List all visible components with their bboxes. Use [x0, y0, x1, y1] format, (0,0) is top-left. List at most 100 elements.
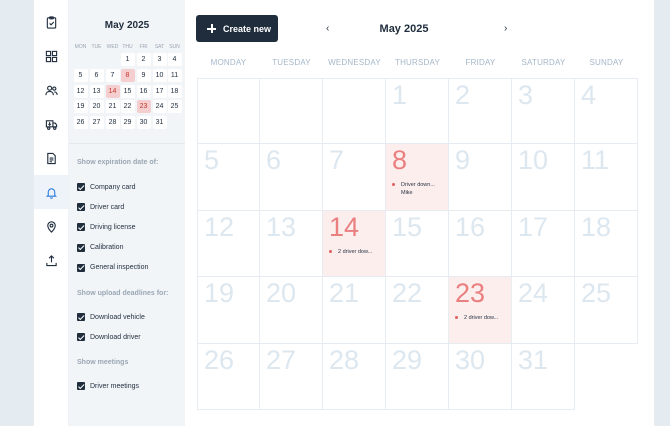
mini-day-5[interactable]: 5 [73, 68, 88, 82]
calendar-day-30[interactable]: 30 [449, 343, 512, 410]
mini-day-26[interactable]: 26 [73, 116, 88, 130]
mini-day-10[interactable]: 10 [152, 68, 167, 82]
checkbox-checked-icon[interactable] [77, 203, 85, 212]
calendar-day-7[interactable]: 7 [323, 144, 386, 211]
calendar-day-25[interactable]: 25 [575, 277, 638, 344]
mini-day-11[interactable]: 11 [167, 68, 182, 82]
calendar-day-10[interactable]: 10 [512, 144, 575, 211]
expiration-checkbox-general-inspection[interactable]: General inspection [77, 262, 148, 274]
mini-day-1[interactable]: 1 [120, 53, 135, 66]
checkbox-label: Company card [90, 183, 136, 191]
rail-upload-button[interactable] [34, 243, 69, 277]
mini-day-12[interactable]: 12 [73, 84, 88, 98]
checkbox-checked-icon[interactable] [77, 333, 85, 341]
expiration-checkbox-calibration[interactable]: Calibration [77, 242, 123, 254]
mini-day-15[interactable]: 15 [120, 84, 135, 98]
calendar-day-4[interactable]: 4 [575, 78, 638, 145]
mini-day-7[interactable]: 7 [105, 68, 120, 82]
expiration-checkbox-driving-license[interactable]: Driving license [77, 221, 136, 233]
calendar-day-2[interactable]: 2 [449, 78, 512, 145]
mini-day-6[interactable]: 6 [89, 68, 104, 82]
rail-clipboard-button[interactable] [34, 5, 69, 39]
mini-day-8[interactable]: 8 [120, 68, 135, 82]
calendar-day-24[interactable]: 24 [512, 277, 575, 344]
day-number: 5 [204, 145, 220, 176]
calendar-day-22[interactable]: 22 [386, 277, 449, 344]
create-new-button[interactable]: Create new [196, 15, 278, 42]
rail-notifications-button[interactable] [34, 175, 69, 209]
calendar-day-27[interactable]: 27 [260, 343, 323, 410]
weekday-label-monday: MONDAY [210, 58, 247, 67]
checkbox-checked-icon[interactable] [77, 313, 85, 321]
calendar-day-13[interactable]: 13 [260, 210, 323, 278]
mini-day-16[interactable]: 16 [136, 84, 151, 98]
calendar-day-23[interactable]: 23 2 driver dow... [449, 277, 512, 344]
mini-day-21[interactable]: 21 [105, 100, 120, 114]
calendar-day-31[interactable]: 31 [512, 343, 575, 410]
mini-day-30[interactable]: 30 [136, 116, 151, 130]
calendar-event[interactable]: 2 driver dow... [329, 248, 372, 256]
mini-day-27[interactable]: 27 [89, 116, 104, 130]
calendar-day-28[interactable]: 28 [323, 343, 386, 410]
mini-day-20[interactable]: 20 [89, 100, 104, 114]
upload-checkbox-download-vehicle[interactable]: Download vehicle [77, 311, 145, 323]
calendar-day-20[interactable]: 20 [260, 277, 323, 344]
meeting-checkbox-driver-meetings[interactable]: Driver meetings [77, 380, 139, 392]
checkbox-checked-icon[interactable] [77, 223, 85, 232]
mini-day-24[interactable]: 24 [152, 100, 167, 114]
next-month-button[interactable]: › [504, 23, 507, 34]
expiration-checkbox-company-card[interactable]: Company card [77, 181, 136, 193]
rail-documents-button[interactable] [34, 141, 69, 175]
rail-dashboard-button[interactable] [34, 39, 69, 73]
calendar-day-empty[interactable] [197, 78, 260, 145]
expiration-checkbox-driver-card[interactable]: Driver card [77, 201, 124, 213]
calendar-day-16[interactable]: 16 [449, 210, 512, 278]
calendar-day-5[interactable]: 5 [197, 144, 260, 211]
mini-day-3[interactable]: 3 [152, 53, 167, 66]
mini-day-19[interactable]: 19 [73, 100, 88, 114]
rail-location-button[interactable] [34, 209, 69, 243]
calendar-day-11[interactable]: 11 [575, 144, 638, 211]
checkbox-checked-icon[interactable] [77, 183, 85, 191]
mini-day-13[interactable]: 13 [89, 84, 104, 98]
mini-day-4[interactable]: 4 [167, 53, 182, 66]
calendar-event[interactable]: Driver down... Mike [392, 181, 435, 197]
calendar-event[interactable]: 2 driver dow... [455, 314, 498, 322]
calendar-day-17[interactable]: 17 [512, 210, 575, 278]
checkbox-checked-icon[interactable] [77, 243, 85, 252]
mini-day-23[interactable]: 23 [136, 100, 151, 114]
mini-day-14[interactable]: 14 [105, 84, 120, 98]
rail-users-button[interactable] [34, 73, 69, 107]
prev-month-button[interactable]: ‹ [326, 23, 329, 34]
calendar-day-19[interactable]: 19 [197, 277, 260, 344]
panel-divider [69, 143, 185, 144]
mini-day-25[interactable]: 25 [167, 100, 182, 114]
calendar-day-1[interactable]: 1 [386, 78, 449, 145]
mini-day-31[interactable]: 31 [152, 116, 167, 130]
calendar-day-12[interactable]: 12 [197, 210, 260, 278]
day-number: 10 [518, 145, 549, 176]
calendar-day-29[interactable]: 29 [386, 343, 449, 410]
calendar-day-8[interactable]: 8 Driver down... Mike [386, 144, 449, 211]
mini-day-22[interactable]: 22 [120, 100, 135, 114]
calendar-day-3[interactable]: 3 [512, 78, 575, 145]
upload-checkbox-download-driver[interactable]: Download driver [77, 331, 141, 343]
calendar-day-15[interactable]: 15 [386, 210, 449, 278]
mini-day-2[interactable]: 2 [136, 53, 151, 66]
mini-day-29[interactable]: 29 [120, 116, 135, 130]
calendar-day-18[interactable]: 18 [575, 210, 638, 278]
calendar-day-14[interactable]: 14 2 driver dow... [323, 210, 386, 278]
checkbox-checked-icon[interactable] [77, 382, 85, 390]
calendar-day-empty[interactable] [260, 78, 323, 145]
rail-vehicle-button[interactable] [34, 107, 69, 141]
calendar-day-empty[interactable] [323, 78, 386, 145]
calendar-day-26[interactable]: 26 [197, 343, 260, 410]
mini-day-18[interactable]: 18 [167, 84, 182, 98]
calendar-day-9[interactable]: 9 [449, 144, 512, 211]
checkbox-checked-icon[interactable] [77, 263, 85, 272]
calendar-day-21[interactable]: 21 [323, 277, 386, 344]
mini-day-28[interactable]: 28 [105, 116, 120, 130]
mini-day-9[interactable]: 9 [136, 68, 151, 82]
mini-day-17[interactable]: 17 [152, 84, 167, 98]
calendar-day-6[interactable]: 6 [260, 144, 323, 211]
